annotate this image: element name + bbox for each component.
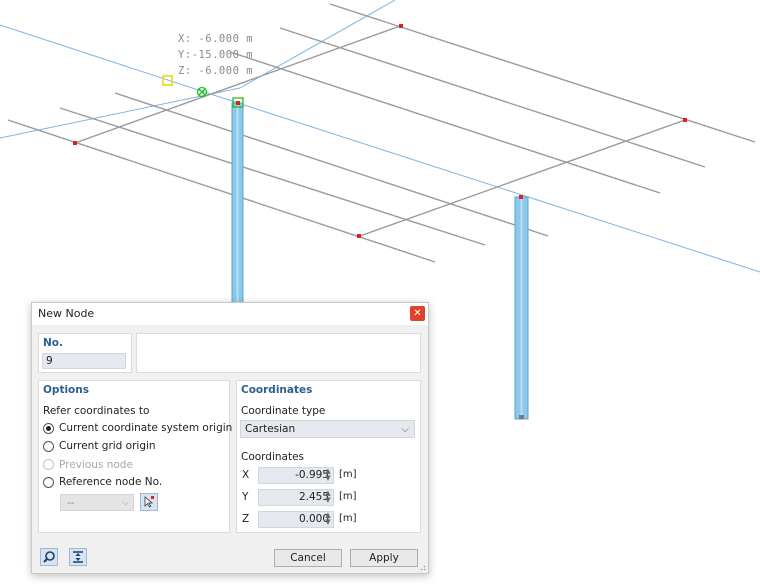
- x-unit: [m]: [339, 469, 357, 480]
- readout-y: Y:-15.000 m: [178, 49, 254, 61]
- coordinate-type-label: Coordinate type: [241, 405, 326, 417]
- number-header: No.: [43, 337, 63, 349]
- close-icon: ✕: [413, 308, 422, 319]
- radio-grid-origin[interactable]: [43, 441, 54, 452]
- option-previous-node: Previous node: [59, 459, 133, 471]
- refer-coordinates-label: Refer coordinates to: [43, 405, 150, 417]
- cancel-button[interactable]: Cancel: [274, 549, 342, 567]
- coordinate-type-select[interactable]: Cartesian ⌵: [240, 420, 415, 438]
- option-coordinate-system-origin[interactable]: Current coordinate system origin: [59, 422, 232, 434]
- coordinate-type-value: Cartesian: [245, 423, 296, 435]
- number-panel: No. 9: [38, 333, 132, 373]
- option-grid-origin[interactable]: Current grid origin: [59, 440, 156, 452]
- options-panel: Options Refer coordinates to Current coo…: [38, 380, 232, 533]
- dialog-title: New Node: [38, 307, 95, 320]
- search-info-icon: [43, 551, 55, 563]
- axis-x-label: X: [242, 469, 250, 481]
- pick-node-button[interactable]: [140, 493, 158, 511]
- x-stepper[interactable]: ▲ ▼: [324, 468, 332, 484]
- options-header: Options: [43, 384, 89, 396]
- comment-field[interactable]: [136, 333, 421, 373]
- reference-node-select: -- ⌵: [60, 494, 134, 511]
- y-unit: [m]: [339, 491, 357, 502]
- beams: [7, 3, 756, 263]
- z-unit: [m]: [339, 513, 357, 524]
- radio-coordinate-system-origin[interactable]: [43, 423, 54, 434]
- readout-z: Z: -6.000 m: [178, 65, 254, 77]
- reference-node-select-value: --: [67, 497, 75, 509]
- node-number-field[interactable]: 9: [42, 353, 126, 369]
- new-node-dialog: New Node ✕ No. 9 Options Refer coordinat…: [31, 302, 429, 574]
- align-icon: [73, 551, 83, 563]
- apply-button[interactable]: Apply: [350, 549, 418, 567]
- coordinates-values-label: Coordinates: [241, 451, 305, 463]
- info-button[interactable]: [40, 548, 58, 566]
- coordinates-panel: Coordinates Coordinate type Cartesian ⌵ …: [236, 380, 421, 533]
- option-reference-node[interactable]: Reference node No.: [59, 476, 162, 488]
- chevron-down-icon: ⌵: [401, 424, 409, 435]
- coordinate-z-input[interactable]: 0.000: [258, 511, 334, 528]
- align-button[interactable]: [69, 548, 87, 566]
- readout-x: X: -6.000 m: [178, 33, 254, 45]
- resize-grip-icon[interactable]: [418, 563, 426, 571]
- dialog-titlebar[interactable]: New Node ✕: [32, 303, 428, 325]
- radio-previous-node: [43, 459, 54, 470]
- radio-reference-node[interactable]: [43, 477, 54, 488]
- y-stepper[interactable]: ▲ ▼: [324, 490, 332, 506]
- column-right: [514, 196, 529, 420]
- z-stepper[interactable]: ▲ ▼: [324, 512, 332, 528]
- coordinate-y-input[interactable]: 2.455: [258, 489, 334, 506]
- axis-z-label: Z: [242, 513, 250, 525]
- close-button[interactable]: ✕: [410, 306, 425, 321]
- pick-node-icon: [144, 496, 154, 508]
- axis-y-label: Y: [242, 491, 249, 503]
- coordinate-readout: X: -6.000 m Y:-15.000 m Z: -6.000 m: [178, 31, 253, 79]
- coordinate-x-input[interactable]: -0.995: [258, 467, 334, 484]
- node-number-value: 9: [46, 355, 53, 367]
- coordinates-header: Coordinates: [241, 384, 313, 396]
- grid-lines: [0, 0, 760, 273]
- chevron-down-icon: ⌵: [122, 498, 129, 508]
- column-left: [231, 102, 244, 304]
